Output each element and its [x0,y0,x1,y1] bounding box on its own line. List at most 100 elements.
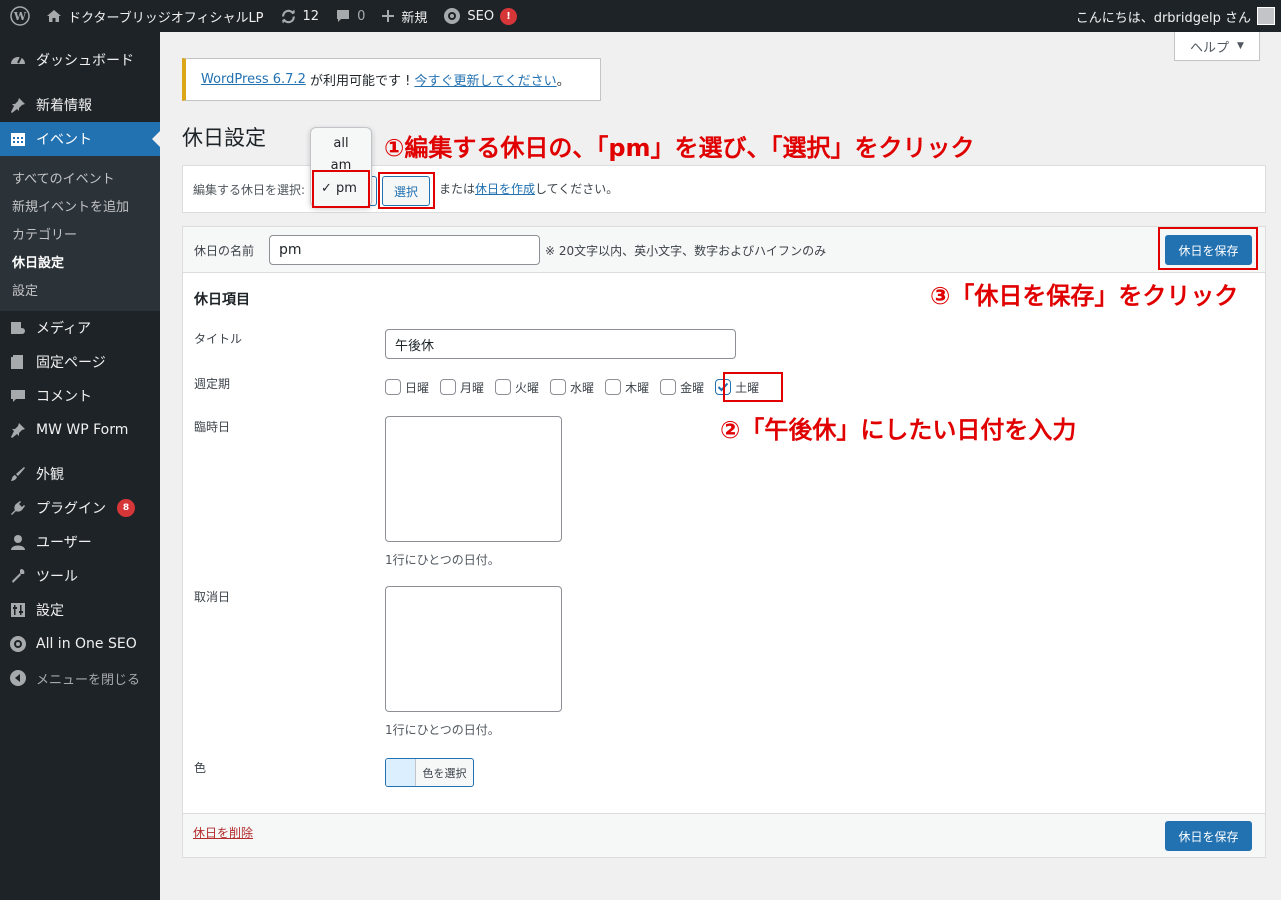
submenu-category[interactable]: カテゴリー [0,219,160,247]
holiday-edit-form: 休日の名前 ※ 20文字以内、英小文字、数字およびハイフンのみ 休日を保存 休日… [182,226,1266,858]
weekly-label: 週定期 [194,377,231,391]
menu-dashboard-label: ダッシュボード [36,53,134,69]
menu-media[interactable]: メディア [0,311,160,345]
seo-menu[interactable]: SEO ! [435,0,525,32]
day-friday[interactable]: 金曜 [660,377,704,397]
comments-link[interactable]: 0 [327,0,373,32]
notice-text: が利用可能です ! [305,74,415,89]
day-label: 水曜 [570,380,595,395]
holiday-name-input[interactable] [269,235,540,265]
site-name-link[interactable]: ドクターブリッジオフィシャルLP [38,0,272,32]
help-label: ヘルプ [1190,40,1230,56]
menu-aioseo[interactable]: All in One SEO [0,627,160,661]
submenu-holiday-settings[interactable]: 休日設定 [0,247,160,275]
checkbox[interactable] [495,379,512,395]
plugin-icon [9,499,27,517]
cancel-dates-textarea[interactable] [385,586,562,712]
weekday-checkboxes: 日曜 月曜 火曜 水曜 木曜 金曜 土曜 [385,377,770,397]
title-input[interactable] [385,329,736,359]
menu-appearance-label: 外観 [36,467,64,483]
comment-icon [337,10,350,22]
annotation-box-select-button [378,172,435,209]
my-account[interactable]: こんにちは、drbridgelp さん [1076,0,1281,32]
title-label: タイトル [194,332,243,346]
update-notice: WordPress 6.7.2 が利用可能です ! 今すぐ更新してください 。 [182,58,601,101]
day-label: 月曜 [460,380,485,395]
notice-end: 。 [556,74,570,89]
day-sunday[interactable]: 日曜 [385,377,429,397]
menu-mwform[interactable]: MW WP Form [0,413,160,447]
annotation-step1: ①編集する休日の、「pm」を選び、「選択」をクリック [384,134,975,162]
menu-collapse[interactable]: メニューを閉じる [0,661,160,695]
updates-icon [281,9,295,23]
menu-settings[interactable]: 設定 [0,593,160,627]
day-tuesday[interactable]: 火曜 [495,377,539,397]
checkbox[interactable] [605,379,622,395]
wordpress-logo-icon[interactable]: W [0,0,38,32]
checkbox[interactable] [660,379,677,395]
submenu-all-events[interactable]: すべてのイベント [0,163,160,191]
menu-collapse-label: メニューを閉じる [36,672,141,688]
after-text: してください。 [535,182,619,196]
submenu-settings[interactable]: 設定 [0,275,160,303]
annotation-step2: ②「午後休」にしたい日付を入力 [720,416,1077,444]
create-holiday-link[interactable]: 休日を作成 [475,182,535,196]
menu-pages[interactable]: 固定ページ [0,345,160,379]
menu-users[interactable]: ユーザー [0,525,160,559]
calendar-icon [9,130,27,148]
day-label: 火曜 [515,380,540,395]
temporary-dates-textarea[interactable] [385,416,562,542]
new-content-link[interactable]: 新規 [373,0,435,32]
menu-news[interactable]: 新着情報 [0,88,160,122]
color-label: 色 [194,761,207,775]
help-tab-button[interactable]: ヘルプ ▼ [1174,32,1260,61]
holiday-select-label: 編集する休日を選択: [193,182,306,197]
temporary-dates-hint: 1行にひとつの日付。 [385,553,500,567]
update-now-link[interactable]: 今すぐ更新してください [414,70,556,89]
menu-mwform-label: MW WP Form [36,422,129,438]
menu-users-label: ユーザー [36,535,92,551]
menu-tools-label: ツール [36,569,78,585]
day-monday[interactable]: 月曜 [440,377,484,397]
checkbox[interactable] [385,379,401,395]
checkbox[interactable] [440,379,457,395]
menu-appearance[interactable]: 外観 [0,457,160,491]
updates-count: 12 [302,8,320,24]
aioseo-icon [444,8,461,24]
seo-label: SEO [467,8,495,24]
menu-dashboard[interactable]: ダッシュボード [0,43,160,77]
site-name: ドクターブリッジオフィシャルLP [68,10,264,26]
event-submenu: すべてのイベント 新規イベントを追加 カテゴリー 休日設定 設定 [0,156,160,311]
menu-plugins[interactable]: プラグイン 8 [0,491,160,525]
holiday-name-label: 休日の名前 [194,244,255,258]
option-am[interactable]: am [311,159,371,169]
save-holiday-button-bottom[interactable]: 休日を保存 [1165,821,1252,851]
menu-event[interactable]: イベント [0,122,160,156]
menu-event-label: イベント [36,132,92,148]
menu-media-label: メディア [36,321,92,337]
color-swatch [386,759,416,786]
day-thursday[interactable]: 木曜 [605,377,649,397]
color-picker-button[interactable]: 色を選択 [385,758,474,787]
delete-holiday-link[interactable]: 休日を削除 [193,824,253,841]
home-icon [47,10,61,22]
holiday-items-heading: 休日項目 [194,292,250,308]
submenu-add-event[interactable]: 新規イベントを追加 [0,191,160,219]
wordpress-version-link[interactable]: WordPress 6.7.2 [201,72,306,87]
cancel-dates-label: 取消日 [194,590,231,604]
brush-icon [9,465,27,483]
option-all[interactable]: all [311,136,371,151]
avatar [1257,7,1275,25]
comments-count: 0 [357,8,366,24]
new-label: 新規 [401,10,428,26]
menu-comments[interactable]: コメント [0,379,160,413]
pin-icon [9,421,27,439]
updates-link[interactable]: 12 [272,0,328,32]
wrench-icon [9,567,27,585]
day-wednesday[interactable]: 水曜 [550,377,594,397]
media-icon [9,319,27,337]
settings-sliders-icon [9,601,27,619]
menu-settings-label: 設定 [36,603,64,619]
menu-tools[interactable]: ツール [0,559,160,593]
checkbox[interactable] [550,379,567,395]
